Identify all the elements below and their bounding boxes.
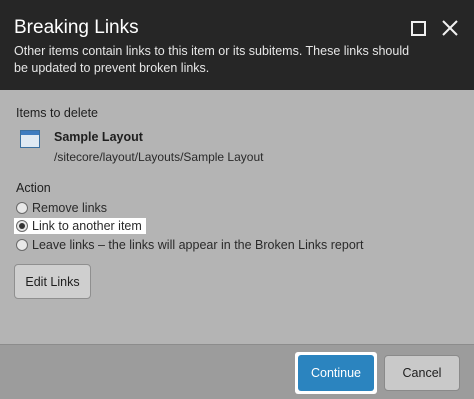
layout-icon [20, 130, 40, 148]
maximize-icon [410, 20, 426, 36]
maximize-button[interactable] [408, 18, 428, 38]
radio-label: Remove links [32, 201, 108, 215]
dialog-footer: Continue Cancel [0, 344, 474, 399]
continue-button[interactable]: Continue [298, 355, 374, 391]
close-icon [442, 20, 458, 36]
radio-button[interactable] [16, 202, 28, 214]
radio-remove-links[interactable]: Remove links [16, 200, 107, 216]
breaking-links-dialog: Breaking Links Other items contain links… [0, 0, 474, 399]
action-label: Action [16, 181, 51, 195]
radio-button[interactable] [16, 239, 28, 251]
radio-link-to-another-item[interactable]: Link to another item [14, 218, 146, 234]
cancel-button[interactable]: Cancel [384, 355, 460, 391]
radio-label: Leave links – the links will appear in t… [32, 238, 364, 252]
continue-focus-ring: Continue [295, 352, 377, 394]
dialog-subtitle: Other items contain links to this item o… [14, 44, 410, 75]
radio-button[interactable] [16, 220, 28, 232]
items-to-delete-label: Items to delete [16, 106, 98, 120]
dialog-title: Breaking Links [14, 17, 139, 38]
item-name: Sample Layout [54, 130, 143, 144]
edit-links-button[interactable]: Edit Links [14, 264, 91, 299]
radio-label: Link to another item [32, 219, 142, 233]
close-button[interactable] [440, 18, 460, 38]
item-path: /sitecore/layout/Layouts/Sample Layout [54, 150, 264, 164]
dialog-header: Breaking Links Other items contain links… [0, 0, 474, 90]
dialog-body: Items to delete Sample Layout /sitecore/… [0, 90, 474, 340]
radio-leave-links[interactable]: Leave links – the links will appear in t… [16, 237, 363, 253]
